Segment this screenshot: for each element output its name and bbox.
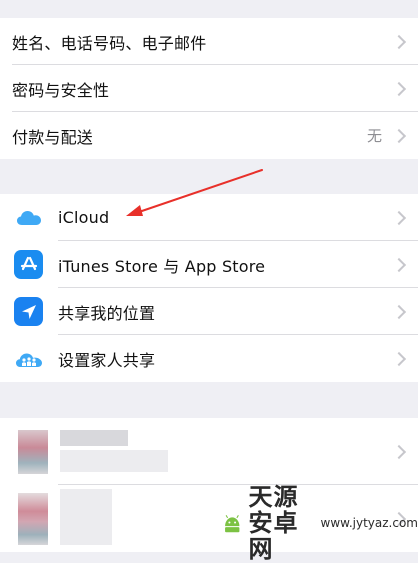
row-itunes-app-store-label: iTunes Store 与 App Store xyxy=(58,253,265,277)
app-store-icon xyxy=(14,250,43,279)
watermark-url: www.jytyaz.com xyxy=(321,516,418,530)
device-name-placeholder xyxy=(60,489,112,545)
watermark-title: 天源安卓网 xyxy=(248,484,312,562)
row-payment-shipping-label: 付款与配送 xyxy=(12,124,93,148)
device-thumbnail xyxy=(18,493,48,545)
row-icloud[interactable]: iCloud xyxy=(0,194,418,241)
row-name-phone-email[interactable]: 姓名、电话号码、电子邮件 xyxy=(0,18,418,65)
chevron-right-icon xyxy=(392,351,406,365)
device-name-placeholder xyxy=(60,430,128,446)
device-row[interactable] xyxy=(0,418,418,485)
row-family-sharing-label: 设置家人共享 xyxy=(58,347,155,371)
family-sharing-icon xyxy=(14,344,43,373)
chevron-right-icon xyxy=(392,81,406,95)
row-password-security-label: 密码与安全性 xyxy=(12,77,109,101)
services-group: iCloud iTunes Store 与 App Store 共享我的位置 xyxy=(0,194,418,382)
watermark: 天源安卓网 www.jytyaz.com xyxy=(222,498,418,548)
row-family-sharing[interactable]: 设置家人共享 xyxy=(0,335,418,382)
chevron-right-icon xyxy=(392,304,406,318)
device-detail-placeholder xyxy=(60,450,168,472)
chevron-right-icon xyxy=(392,444,406,458)
android-robot-logo-icon xyxy=(222,503,242,543)
chevron-right-icon xyxy=(392,34,406,48)
row-name-phone-email-label: 姓名、电话号码、电子邮件 xyxy=(12,30,206,54)
row-share-location-label: 共享我的位置 xyxy=(58,300,155,324)
row-password-security[interactable]: 密码与安全性 xyxy=(0,65,418,112)
device-thumbnail xyxy=(18,430,48,474)
chevron-right-icon xyxy=(392,128,406,142)
row-payment-shipping[interactable]: 付款与配送 无 xyxy=(0,112,418,159)
payment-value: 无 xyxy=(367,125,382,146)
chevron-right-icon xyxy=(392,257,406,271)
row-itunes-app-store[interactable]: iTunes Store 与 App Store xyxy=(0,241,418,288)
icloud-icon xyxy=(14,203,43,232)
account-settings-group: 姓名、电话号码、电子邮件 密码与安全性 付款与配送 无 xyxy=(0,18,418,159)
row-share-location[interactable]: 共享我的位置 xyxy=(0,288,418,335)
chevron-right-icon xyxy=(392,210,406,224)
row-icloud-label: iCloud xyxy=(58,208,109,227)
location-arrow-icon xyxy=(14,297,43,326)
